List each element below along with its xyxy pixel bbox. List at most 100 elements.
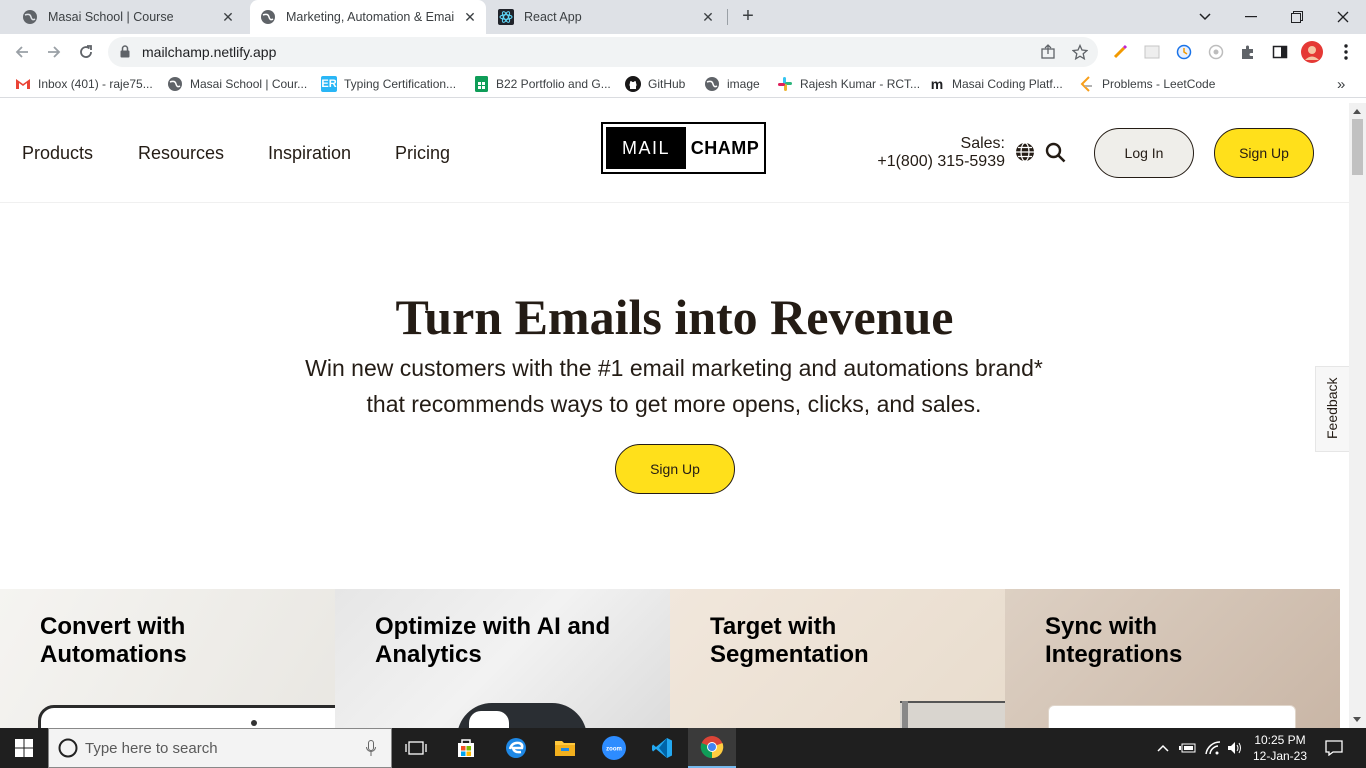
tab-masai-school[interactable]: Masai School | Course ✕	[12, 0, 244, 34]
bookmark-label: image	[727, 77, 760, 91]
globe-icon	[704, 76, 720, 92]
close-icon[interactable]: ✕	[220, 9, 236, 25]
feature-card-segmentation[interactable]: Target with Segmentation	[670, 589, 1005, 728]
nav-products[interactable]: Products	[22, 143, 93, 164]
nav-pricing[interactable]: Pricing	[395, 143, 450, 164]
signup-button[interactable]: Sign Up	[1214, 128, 1314, 178]
bookmark-label: GitHub	[648, 77, 686, 91]
tab-react-app[interactable]: React App ✕	[488, 0, 724, 34]
login-button[interactable]: Log In	[1094, 128, 1194, 178]
edge-browser-icon[interactable]	[492, 728, 540, 768]
bookmark-label: B22 Portfolio and G...	[496, 77, 611, 91]
vscode-icon[interactable]	[638, 728, 686, 768]
site-header: Products Resources Inspiration Pricing M…	[0, 103, 1349, 203]
phone-illustration	[38, 705, 335, 728]
feature-card-analytics[interactable]: Optimize with AI and Analytics	[335, 589, 670, 728]
forward-icon[interactable]	[44, 42, 64, 62]
share-icon[interactable]	[1040, 44, 1056, 60]
system-clock[interactable]: 10:25 PM 12-Jan-23	[1248, 732, 1312, 764]
feature-card-integrations[interactable]: Sync with Integrations	[1005, 589, 1340, 728]
file-explorer-icon[interactable]	[541, 728, 589, 768]
bookmark-inbox[interactable]: Inbox (401) - raje75...	[15, 75, 153, 93]
browser-toolbar: mailchamp.netlify.app	[0, 34, 1366, 70]
nav-inspiration[interactable]: Inspiration	[268, 143, 351, 164]
windows-start-icon[interactable]	[0, 728, 48, 768]
globe-icon	[260, 9, 276, 25]
show-hidden-icons-icon[interactable]	[1154, 728, 1172, 768]
screenshot-extension-icon[interactable]	[1143, 43, 1161, 61]
globe-icon	[167, 76, 183, 92]
tab-title: Masai School | Course	[48, 10, 174, 24]
bookmark-label: Problems - LeetCode	[1102, 77, 1216, 91]
hero-subtitle-line: Win new customers with the #1 email mark…	[305, 355, 1043, 381]
typing-icon: ER	[321, 76, 337, 92]
menu-kebab-icon[interactable]	[1337, 43, 1355, 61]
volume-icon[interactable]	[1225, 728, 1245, 768]
taskbar-search-box[interactable]: Type here to search	[48, 728, 392, 768]
close-icon[interactable]: ✕	[462, 9, 478, 25]
close-window-icon[interactable]	[1320, 0, 1366, 34]
recorder-extension-icon[interactable]	[1207, 43, 1225, 61]
minimize-icon[interactable]	[1228, 0, 1274, 34]
feature-card-automations[interactable]: Convert with Automations	[0, 589, 335, 728]
nav-resources[interactable]: Resources	[138, 143, 224, 164]
logo-champ-text: CHAMP	[690, 138, 760, 158]
scroll-up-icon[interactable]	[1353, 109, 1361, 114]
bookmark-label: Inbox (401) - raje75...	[38, 77, 153, 91]
new-tab-button[interactable]: +	[738, 6, 758, 27]
bookmark-image[interactable]: image	[704, 75, 760, 93]
tab-title: React App	[524, 10, 582, 24]
bookmark-github[interactable]: GitHub	[625, 75, 685, 93]
tab-search-icon[interactable]	[1182, 0, 1228, 34]
close-icon[interactable]: ✕	[700, 9, 716, 25]
task-view-icon[interactable]	[392, 728, 440, 768]
site-logo[interactable]: MAIL CHAMP	[601, 122, 766, 174]
extensions-puzzle-icon[interactable]	[1239, 43, 1257, 61]
language-globe-icon[interactable]	[1015, 142, 1035, 167]
pen-extension-icon[interactable]	[1111, 43, 1129, 61]
scrollbar-thumb[interactable]	[1352, 119, 1363, 175]
react-icon	[498, 9, 514, 25]
timer-extension-icon[interactable]	[1175, 43, 1193, 61]
sales-phone[interactable]: +1(800) 315-5939	[877, 153, 1005, 171]
side-panel-icon[interactable]	[1271, 43, 1289, 61]
url-text: mailchamp.netlify.app	[142, 44, 277, 60]
leetcode-icon	[1079, 76, 1095, 92]
bookmark-portfolio[interactable]: B22 Portfolio and G...	[473, 75, 611, 93]
wifi-icon[interactable]	[1203, 728, 1223, 768]
back-icon[interactable]	[12, 42, 32, 62]
bookmarks-bar: Inbox (401) - raje75... Masai School | C…	[0, 70, 1366, 98]
battery-icon[interactable]	[1178, 728, 1198, 768]
card-title: Convert with Automations	[40, 613, 187, 668]
bookmark-slack[interactable]: Rajesh Kumar - RCT...	[777, 75, 920, 93]
zoom-icon[interactable]: zoom	[590, 728, 638, 768]
tab-title: Marketing, Automation & Email Ma	[286, 10, 454, 24]
reload-icon[interactable]	[76, 42, 96, 62]
feedback-tab[interactable]: Feedback	[1315, 366, 1349, 452]
bookmark-leetcode[interactable]: Problems - LeetCode	[1079, 75, 1215, 93]
bookmark-label: Rajesh Kumar - RCT...	[800, 77, 921, 91]
browser-tab-strip: Masai School | Course ✕ Marketing, Autom…	[0, 0, 1366, 34]
page-scrollbar[interactable]	[1349, 103, 1366, 728]
integration-panel-illustration	[1048, 705, 1296, 728]
bookmark-label: Typing Certification...	[344, 77, 457, 91]
bookmark-masai-coding[interactable]: m Masai Coding Platf...	[929, 75, 1063, 93]
tab-mailchamp[interactable]: Marketing, Automation & Email Ma ✕	[250, 0, 486, 34]
scroll-down-icon[interactable]	[1353, 717, 1361, 722]
microsoft-store-icon[interactable]	[442, 728, 490, 768]
tab-separator	[727, 9, 728, 25]
lock-icon[interactable]	[120, 45, 130, 63]
bookmark-typing[interactable]: ER Typing Certification...	[321, 75, 456, 93]
address-bar[interactable]: mailchamp.netlify.app	[108, 37, 1098, 67]
bookmarks-overflow-button[interactable]: »	[1337, 75, 1345, 93]
notifications-icon[interactable]	[1322, 728, 1346, 768]
microphone-icon[interactable]	[366, 740, 376, 762]
hero-signup-button[interactable]: Sign Up	[615, 444, 735, 494]
bookmark-star-icon[interactable]	[1071, 43, 1089, 61]
chrome-icon[interactable]	[688, 728, 736, 768]
clock-date: 12-Jan-23	[1252, 749, 1308, 763]
restore-icon[interactable]	[1274, 0, 1320, 34]
profile-avatar[interactable]	[1301, 41, 1323, 63]
search-icon[interactable]	[1045, 142, 1066, 168]
bookmark-masai-course[interactable]: Masai School | Cour...	[167, 75, 307, 93]
